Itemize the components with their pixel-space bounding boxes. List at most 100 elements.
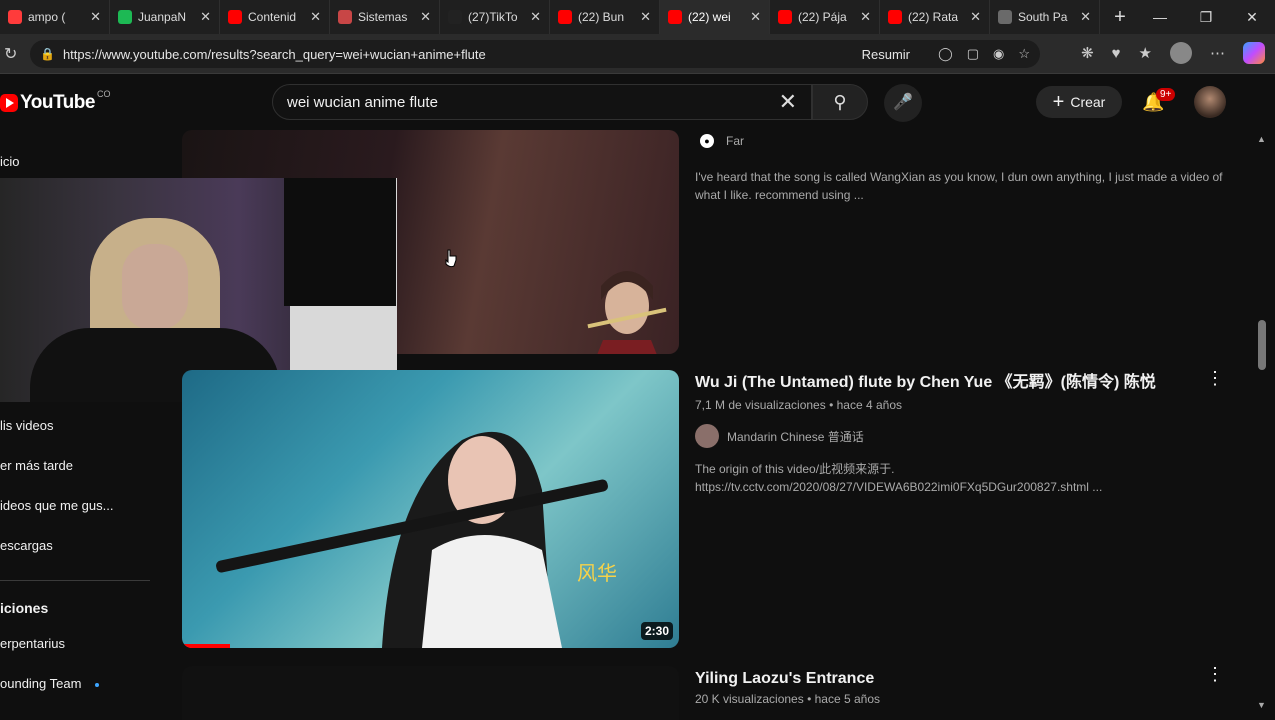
channel-name: Mandarin Chinese 普通话	[727, 429, 864, 444]
clear-search-icon[interactable]: ✕	[779, 89, 797, 115]
tab-favicon-icon	[778, 10, 792, 24]
url-text: https://www.youtube.com/results?search_q…	[62, 46, 486, 62]
video-duration: 2:30	[640, 622, 673, 640]
browser-tab-bar: ampo (✕ JuanpaN ✕ Contenid ✕ Sistemas ✕ (27)Tik…	[0, 0, 1275, 34]
browser-tab[interactable]: (27)TikTo ✕	[440, 0, 550, 34]
close-tab-icon[interactable]: ✕	[420, 9, 431, 25]
address-bar-row: ↻ 🔒 https://www.youtube.com/results?sear…	[0, 34, 1275, 74]
tab-favicon-icon	[558, 10, 572, 24]
tab-favicon-icon	[118, 10, 132, 24]
summarize-button[interactable]: Resumir	[862, 47, 910, 62]
youtube-play-icon	[0, 94, 18, 112]
favorites-icon[interactable]: ★	[1139, 44, 1152, 62]
sidebar-item-your-videos[interactable]: lis videos	[0, 418, 53, 433]
svg-text:风华: 风华	[577, 561, 617, 585]
video-title[interactable]: Yiling Laozu's Entrance	[695, 668, 1185, 690]
close-tab-icon[interactable]: ✕	[1080, 9, 1091, 25]
close-tab-icon[interactable]: ✕	[310, 9, 321, 25]
browser-tab[interactable]: (22) wei ✕	[660, 0, 770, 34]
close-tab-icon[interactable]: ✕	[750, 9, 761, 25]
close-tab-icon[interactable]: ✕	[640, 9, 651, 25]
tab-title: ampo (	[28, 10, 66, 24]
tracking-icon[interactable]: ◉	[993, 46, 1004, 62]
video-meta: 7,1 M de visualizaciones • hace 4 años	[695, 398, 902, 412]
channel-row-1[interactable]: ● Far	[700, 134, 744, 148]
tab-favicon-icon	[888, 10, 902, 24]
tab-favicon-icon	[228, 10, 242, 24]
extensions-icon[interactable]: ❋	[1081, 44, 1094, 62]
browser-toolbar: ❋ ♥ ★ ⋯	[1081, 42, 1265, 64]
browser-tab[interactable]: (22) Bun ✕	[550, 0, 660, 34]
page-scrollbar-thumb[interactable]	[1258, 320, 1266, 370]
close-tab-icon[interactable]: ✕	[860, 9, 871, 25]
close-tab-icon[interactable]: ✕	[200, 9, 211, 25]
scroll-up-arrow-icon[interactable]: ▲	[1257, 134, 1266, 144]
translate-icon[interactable]: ◯	[938, 46, 953, 62]
url-field[interactable]: 🔒 https://www.youtube.com/results?search…	[30, 40, 1040, 68]
tab-title: Sistemas	[358, 10, 408, 24]
close-tab-icon[interactable]: ✕	[530, 9, 541, 25]
close-tab-icon[interactable]: ✕	[970, 9, 981, 25]
browser-tab[interactable]: (22) Rata ✕	[880, 0, 990, 34]
sidebar-sub-serpentarius[interactable]: erpentarius	[0, 636, 65, 651]
webcam-overlay	[0, 178, 397, 402]
video-description-1: I've heard that the song is called WangX…	[695, 170, 1223, 202]
tab-favicon-icon	[998, 10, 1012, 24]
flute-performer-image: 风华	[216, 431, 617, 648]
tab-title: (22) Rata	[908, 10, 959, 24]
sidebar-item-liked-videos[interactable]: ideos que me gus...	[0, 498, 113, 513]
scroll-down-arrow-icon[interactable]: ▼	[1257, 700, 1266, 710]
sidebar-sub-sounding-team[interactable]: ounding Team	[0, 676, 100, 691]
watch-progress-bar	[182, 644, 230, 648]
tab-favicon-icon	[448, 10, 462, 24]
video-description-2: The origin of this video/此视频来源于. https:/…	[695, 462, 1103, 494]
more-options-icon[interactable]: ⋯	[1210, 44, 1225, 62]
more-actions-icon[interactable]: ⋮	[1206, 368, 1224, 389]
channel-avatar	[695, 424, 719, 448]
channel-name: Far	[726, 134, 744, 148]
search-query: wei wucian anime flute	[287, 93, 438, 111]
close-tab-icon[interactable]: ✕	[90, 9, 101, 25]
tab-favicon-icon	[668, 10, 682, 24]
more-actions-icon[interactable]: ⋮	[1206, 664, 1224, 685]
browser-tab[interactable]: Contenid ✕	[220, 0, 330, 34]
sidebar-item-home[interactable]: icio	[0, 154, 20, 169]
tab-favicon-icon	[8, 10, 22, 24]
channel-row-2[interactable]: Mandarin Chinese 普通话	[695, 424, 1215, 448]
account-avatar[interactable]	[1194, 86, 1226, 118]
tab-title: (27)TikTo	[468, 10, 518, 24]
sidebar-item-downloads[interactable]: escargas	[0, 538, 53, 553]
copilot-icon[interactable]	[1243, 42, 1265, 64]
voice-search-icon[interactable]: 🎤	[884, 84, 922, 122]
create-button[interactable]: + Crear	[1036, 86, 1122, 118]
video-title[interactable]: Wu Ji (The Untamed) flute by Chen Yue 《无…	[695, 372, 1185, 394]
lock-icon[interactable]: 🔒	[40, 47, 55, 61]
reader-icon[interactable]: ▢	[967, 46, 979, 62]
browser-tab[interactable]: JuanpaN ✕	[110, 0, 220, 34]
close-window-icon[interactable]: ✕	[1229, 0, 1275, 34]
sidebar-divider	[0, 580, 150, 581]
tab-title: South Pa	[1018, 10, 1068, 24]
browser-tab[interactable]: South Pa ✕	[990, 0, 1100, 34]
browser-tab[interactable]: ampo ( ✕	[0, 0, 110, 34]
video-info-3: Yiling Laozu's Entrance 20 K visualizaci…	[695, 668, 1185, 706]
favorite-star-icon[interactable]: ☆	[1018, 46, 1030, 62]
tab-title: (22) Pája	[798, 10, 847, 24]
browser-tab[interactable]: Sistemas ✕	[330, 0, 440, 34]
youtube-logo[interactable]: YouTube CO	[0, 89, 110, 114]
new-tab-button[interactable]: +	[1100, 6, 1140, 29]
tab-title: Contenid	[248, 10, 297, 24]
minimize-icon[interactable]: —	[1137, 0, 1183, 34]
video-thumbnail-2[interactable]: 风华 2:30	[182, 370, 679, 648]
search-button[interactable]: ⚲	[812, 84, 868, 120]
video-thumbnail-3[interactable]	[182, 666, 679, 720]
restore-icon[interactable]: ❐	[1183, 0, 1229, 34]
refresh-icon[interactable]: ↻	[4, 44, 17, 64]
tab-favicon-icon	[338, 10, 352, 24]
anime-character-image	[587, 271, 667, 354]
search-input[interactable]: wei wucian anime flute ✕	[272, 84, 812, 120]
sidebar-item-watch-later[interactable]: er más tarde	[0, 458, 73, 473]
profile-avatar[interactable]	[1170, 42, 1192, 64]
browser-essentials-icon[interactable]: ♥	[1112, 45, 1121, 62]
browser-tab[interactable]: (22) Pája ✕	[770, 0, 880, 34]
